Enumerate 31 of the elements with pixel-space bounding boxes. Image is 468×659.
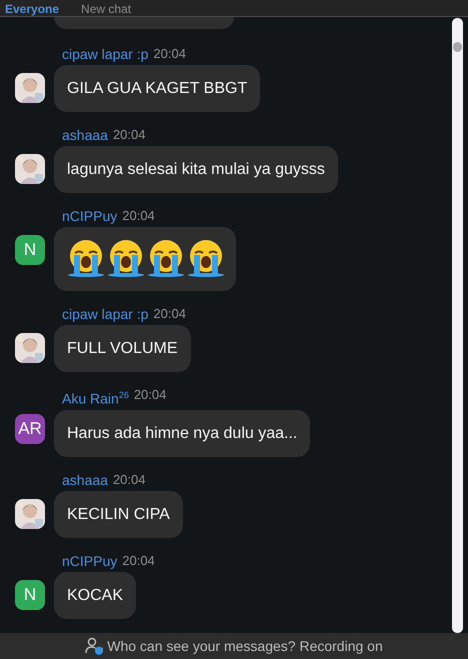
message-time: 20:04 [153, 45, 186, 63]
person-shield-icon [85, 637, 104, 655]
crying-face-icon [146, 238, 186, 278]
message-time: 20:04 [122, 552, 155, 570]
crying-face-icon [186, 238, 226, 278]
message-time: 20:04 [122, 207, 155, 225]
crying-face-icon [106, 238, 146, 278]
chat-tab[interactable]: New chat [81, 3, 132, 16]
message-bubble: KECILIN CIPA [54, 490, 183, 538]
message-time: 20:04 [153, 305, 186, 323]
sender-name[interactable]: ashaaa [62, 470, 108, 489]
message-bubble: KOCAK [54, 572, 136, 619]
message-bubble: GILA GUA KAGET BBGT [54, 65, 260, 112]
avatar: N [15, 580, 45, 610]
sender-name[interactable]: nCIPPuy [62, 552, 118, 570]
scrollbar[interactable] [452, 18, 463, 633]
message-time: 20:04 [134, 386, 166, 404]
sender-name[interactable]: cipaw lapar :p [62, 305, 148, 323]
message-time: 20:04 [112, 126, 146, 144]
message-bubble: Harus ada himne nya dulu yaa... [54, 410, 310, 457]
avatar: N [15, 235, 45, 265]
message-bubble: lagunya selesai kita mulai ya guysss [54, 146, 338, 193]
sender-name[interactable]: nCIPPuy [62, 207, 118, 225]
sender-name[interactable]: ashaaa [62, 126, 108, 144]
sender-name[interactable]: cipaw lapar :p [62, 45, 148, 63]
avatar: AR [15, 414, 45, 444]
chat-tab[interactable]: Everyone [5, 3, 60, 16]
sender-name[interactable]: Aku Rain$^{26}$ [62, 386, 129, 408]
message-time: 20:04 [112, 470, 146, 489]
crying-face-icon [66, 238, 106, 278]
message-bubble: FULL VOLUME [54, 325, 191, 372]
